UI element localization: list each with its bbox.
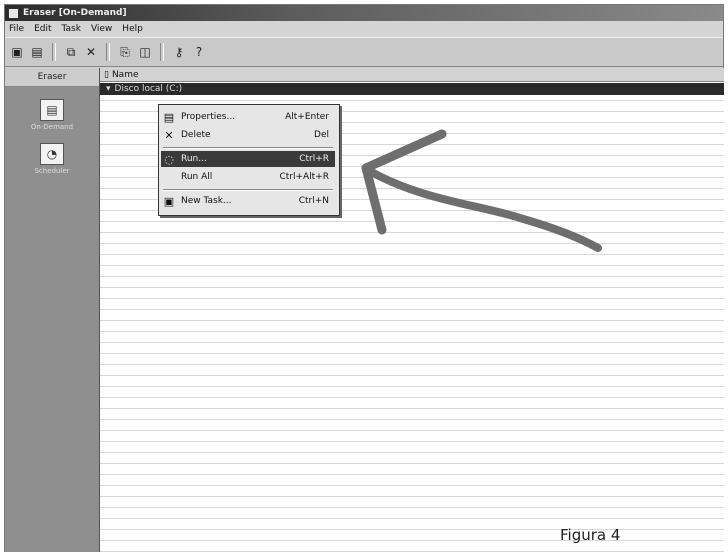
column-label: Name	[111, 69, 139, 80]
menu-help[interactable]: Help	[122, 24, 143, 34]
menu-bar: File Edit Task View Help	[5, 21, 723, 37]
document-icon: ▤	[40, 99, 64, 121]
menu-task[interactable]: Task	[62, 24, 81, 34]
scheduler-icon: ◔	[40, 143, 64, 165]
sidebar-item-scheduler[interactable]: ◔ Scheduler	[5, 143, 99, 175]
menu-item-run-all[interactable]: Run All Ctrl+Alt+R	[161, 169, 335, 185]
stop-icon[interactable]: ◫	[137, 44, 153, 60]
window-title: Eraser [On-Demand]	[23, 8, 127, 18]
toolbar: ▣ ▤ ⧉ ✕ ⎘ ◫ ⚷ ?	[5, 37, 723, 67]
new-task-icon: ▣	[163, 194, 175, 208]
figure-caption: Figura 4	[560, 526, 621, 544]
menu-item-new-task[interactable]: ▣ New Task... Ctrl+N	[161, 193, 335, 209]
list-item[interactable]: ▾ Disco local (C:)	[100, 83, 724, 95]
menu-edit[interactable]: Edit	[34, 24, 51, 34]
sidebar-item-on-demand[interactable]: ▤ On-Demand	[5, 99, 99, 131]
sidebar: Eraser ▤ On-Demand ◔ Scheduler	[5, 68, 100, 552]
sidebar-item-label: On-Demand	[30, 123, 74, 131]
delete-icon[interactable]: ✕	[83, 44, 99, 60]
properties-icon: ▤	[163, 110, 175, 124]
app-icon	[8, 7, 19, 19]
delete-icon: ✕	[164, 128, 174, 142]
run-icon[interactable]: ⎘	[117, 44, 133, 60]
menu-item-delete[interactable]: ✕ Delete Del	[161, 127, 335, 143]
document-icon: ▯	[104, 69, 109, 80]
properties-icon[interactable]: ▤	[29, 44, 45, 60]
new-icon[interactable]: ▣	[9, 44, 25, 60]
menu-separator	[163, 189, 333, 191]
menu-item-run[interactable]: ◌ Run... Ctrl+R	[161, 151, 335, 167]
menu-separator	[163, 147, 333, 149]
key-icon[interactable]: ⚷	[171, 44, 187, 60]
context-menu: ▤ Properties... Alt+Enter ✕ Delete Del ◌…	[158, 104, 340, 216]
title-bar[interactable]: Eraser [On-Demand]	[5, 5, 723, 21]
help-icon[interactable]: ?	[191, 44, 207, 60]
sidebar-item-label: Scheduler	[34, 167, 70, 175]
menu-view[interactable]: View	[91, 24, 112, 34]
menu-file[interactable]: File	[9, 24, 24, 34]
column-header-name[interactable]: ▯ Name	[100, 68, 724, 82]
open-icon[interactable]: ⧉	[63, 44, 79, 60]
toolbar-separator	[106, 43, 110, 61]
chevron-down-icon: ▾	[106, 84, 111, 94]
toolbar-separator	[52, 43, 56, 61]
list-item-label: Disco local (C:)	[114, 84, 183, 94]
run-icon: ◌	[164, 152, 174, 166]
sidebar-header: Eraser	[5, 68, 99, 87]
toolbar-separator	[160, 43, 164, 61]
app-window: Eraser [On-Demand] File Edit Task View H…	[4, 4, 724, 552]
menu-item-properties[interactable]: ▤ Properties... Alt+Enter	[161, 109, 335, 125]
